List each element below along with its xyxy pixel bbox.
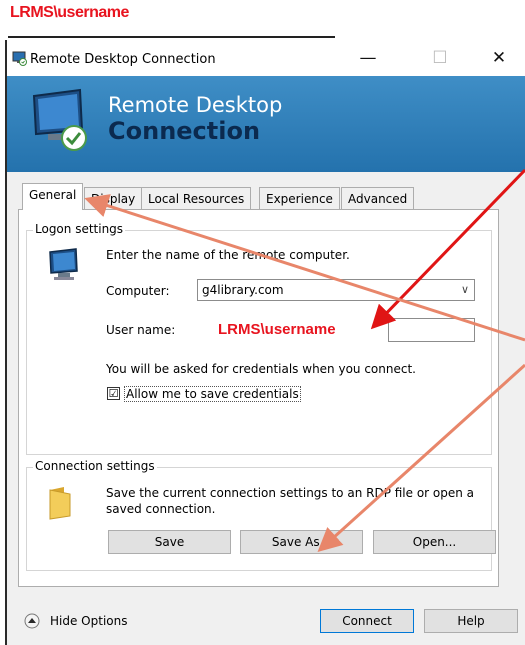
username-label: User name: — [106, 323, 176, 337]
logon-settings-group — [26, 230, 492, 455]
save-credentials-checkbox[interactable]: ☑ — [107, 387, 120, 400]
tab-local-resources[interactable]: Local Resources — [141, 187, 252, 209]
hide-options-link[interactable]: Hide Options — [50, 614, 127, 628]
save-as-button[interactable]: Save As... — [240, 530, 363, 554]
tab-display[interactable]: Display — [84, 187, 143, 209]
close-button[interactable]: ✕ — [479, 48, 519, 68]
chevron-down-icon[interactable]: ∨ — [461, 280, 469, 300]
maximize-button[interactable]: ☐ — [420, 48, 460, 68]
computer-label: Computer: — [106, 284, 170, 298]
hide-options-icon[interactable] — [24, 613, 40, 629]
open-button[interactable]: Open... — [373, 530, 496, 554]
banner-title-line2: Connection — [108, 117, 261, 145]
connection-description-1: Save the current connection settings to … — [106, 486, 475, 500]
computer-combobox[interactable]: g4library.com ∨ — [197, 279, 475, 301]
username-input[interactable] — [388, 318, 475, 342]
banner-title-line1: Remote Desktop — [108, 93, 283, 117]
help-button[interactable]: Help — [424, 609, 518, 633]
annotation-top-label: LRMS\username — [10, 4, 129, 21]
logon-settings-title: Logon settings — [33, 222, 126, 236]
connection-description-2: saved connection. — [106, 502, 216, 516]
connect-button[interactable]: Connect — [320, 609, 414, 633]
annotation-underline — [8, 36, 335, 38]
minimize-button[interactable]: — — [348, 48, 388, 68]
save-button[interactable]: Save — [108, 530, 231, 554]
credentials-note: You will be asked for credentials when y… — [106, 362, 416, 376]
folder-icon — [46, 486, 76, 520]
app-icon — [12, 50, 28, 66]
tab-experience[interactable]: Experience — [259, 187, 340, 209]
logon-instruction: Enter the name of the remote computer. — [106, 248, 350, 262]
tab-general[interactable]: General — [22, 183, 84, 210]
computer-value: g4library.com — [202, 283, 284, 297]
connection-settings-title: Connection settings — [33, 459, 157, 473]
annotation-username: LRMS\username — [218, 321, 336, 338]
save-credentials-label[interactable]: Allow me to save credentials — [124, 386, 301, 402]
window-title: Remote Desktop Connection — [30, 52, 216, 67]
computer-icon — [46, 246, 86, 286]
connection-settings-group — [26, 467, 492, 571]
tab-advanced[interactable]: Advanced — [341, 187, 415, 209]
monitor-icon — [30, 88, 100, 158]
